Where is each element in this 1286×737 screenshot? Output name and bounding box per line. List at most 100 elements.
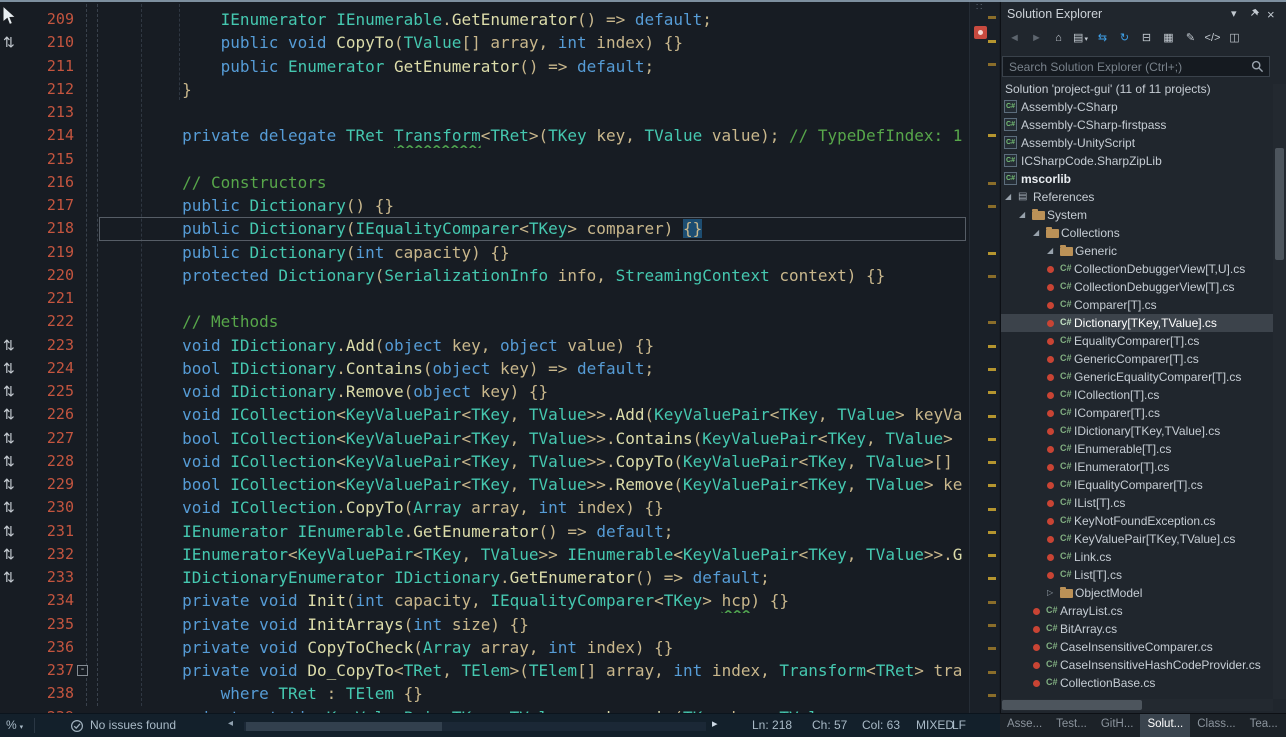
glyph-margin[interactable]: [0, 589, 28, 612]
tree-item[interactable]: C#CaseInsensitiveComparer.cs: [1001, 638, 1273, 656]
fold-margin[interactable]: [74, 473, 105, 496]
close-icon[interactable]: ×: [1267, 7, 1275, 22]
fold-margin[interactable]: [74, 78, 105, 101]
preview-selected-items-button[interactable]: ◫: [1225, 30, 1244, 47]
code-line[interactable]: ⇅230 void ICollection.CopyTo(Array array…: [0, 496, 999, 519]
fold-margin[interactable]: [74, 706, 105, 714]
code-line[interactable]: ⇅233 IDictionaryEnumerator IDictionary.G…: [0, 566, 999, 589]
glyph-margin[interactable]: [0, 55, 28, 78]
tree-item[interactable]: C#Assembly-CSharp-firstpass: [1001, 116, 1273, 134]
line-number[interactable]: 212: [28, 78, 74, 101]
code-line[interactable]: ⇅231 IEnumerator IEnumerable.GetEnumerat…: [0, 520, 999, 543]
fold-margin[interactable]: [74, 55, 105, 78]
tree-item[interactable]: C#ArrayList.cs: [1001, 602, 1273, 620]
line-number[interactable]: 220: [28, 264, 74, 287]
search-icon[interactable]: [1251, 60, 1264, 78]
glyph-margin[interactable]: [0, 124, 28, 147]
glyph-margin[interactable]: [0, 217, 28, 240]
fold-margin[interactable]: [74, 427, 105, 450]
code-line[interactable]: 239 private static KeyValuePair<TKey, TV…: [0, 706, 999, 714]
scrollbar-thumb[interactable]: [1002, 700, 1142, 710]
glyph-margin[interactable]: [0, 706, 28, 714]
glyph-margin[interactable]: ⇅: [0, 31, 28, 54]
navigate-back-button[interactable]: ◄: [1005, 30, 1024, 47]
search-input[interactable]: [1002, 56, 1270, 77]
fold-margin[interactable]: [74, 264, 105, 287]
fold-margin[interactable]: [74, 148, 105, 171]
panel-tab[interactable]: Class...: [1190, 714, 1242, 737]
code-line[interactable]: ⇅210 public void CopyTo(TValue[] array, …: [0, 31, 999, 54]
fold-margin[interactable]: [74, 101, 105, 124]
fold-margin[interactable]: [74, 636, 105, 659]
code-line[interactable]: 237- private void Do_CopyTo<TRet, TElem>…: [0, 659, 999, 682]
scrollbar-split-grip[interactable]: ∷: [976, 2, 982, 13]
properties-button[interactable]: ✎: [1181, 30, 1200, 47]
line-number[interactable]: 228: [28, 450, 74, 473]
glyph-margin[interactable]: ⇅: [0, 473, 28, 496]
line-number[interactable]: 225: [28, 380, 74, 403]
line-number[interactable]: 209: [28, 8, 74, 31]
code-line[interactable]: 214 private delegate TRet Transform<TRet…: [0, 124, 999, 147]
fold-margin[interactable]: [74, 194, 105, 217]
tree-item[interactable]: C#IEnumerator[T].cs: [1001, 458, 1273, 476]
expander-icon[interactable]: ◢: [1005, 192, 1011, 201]
fold-margin[interactable]: [74, 8, 105, 31]
view-code-button[interactable]: </>: [1203, 30, 1222, 47]
code-line[interactable]: 235 private void InitArrays(int size) {}: [0, 613, 999, 636]
code-line[interactable]: ⇅223 void IDictionary.Add(object key, ob…: [0, 334, 999, 357]
tree-item[interactable]: C#CaseInsensitiveHashCodeProvider.cs: [1001, 656, 1273, 674]
fold-margin[interactable]: [74, 287, 105, 310]
line-number[interactable]: 215: [28, 148, 74, 171]
code-line[interactable]: 220 protected Dictionary(SerializationIn…: [0, 264, 999, 287]
glyph-margin[interactable]: ⇅: [0, 450, 28, 473]
fold-margin[interactable]: [74, 520, 105, 543]
line-number[interactable]: 224: [28, 357, 74, 380]
glyph-margin[interactable]: [0, 659, 28, 682]
glyph-margin[interactable]: ⇅: [0, 403, 28, 426]
glyph-margin[interactable]: [0, 148, 28, 171]
implements-indicator-icon[interactable]: ⇅: [0, 496, 15, 519]
glyph-margin[interactable]: ⇅: [0, 496, 28, 519]
panel-horizontal-scrollbar[interactable]: [1001, 699, 1273, 711]
line-number[interactable]: 232: [28, 543, 74, 566]
code-line[interactable]: 212 }: [0, 78, 999, 101]
glyph-margin[interactable]: [0, 636, 28, 659]
tree-item[interactable]: C#CollectionDebuggerView[T].cs: [1001, 278, 1273, 296]
glyph-margin[interactable]: ⇅: [0, 380, 28, 403]
tree-item[interactable]: C#Assembly-CSharp: [1001, 98, 1273, 116]
implements-indicator-icon[interactable]: ⇅: [0, 520, 15, 543]
fold-margin[interactable]: [74, 380, 105, 403]
glyph-margin[interactable]: [0, 241, 28, 264]
show-all-files-button[interactable]: ▦: [1159, 30, 1178, 47]
glyph-margin[interactable]: [0, 264, 28, 287]
glyph-margin[interactable]: [0, 682, 28, 705]
tree-item[interactable]: C#KeyValuePair[TKey,TValue].cs: [1001, 530, 1273, 548]
refresh-button[interactable]: ↻: [1115, 30, 1134, 47]
scrollbar-thumb[interactable]: [246, 722, 442, 731]
line-number[interactable]: 223: [28, 334, 74, 357]
scroll-left-arrow-icon[interactable]: ◂: [228, 718, 233, 729]
switch-views-button[interactable]: ▤▾: [1071, 30, 1090, 47]
implements-indicator-icon[interactable]: ⇅: [0, 543, 15, 566]
code-line[interactable]: 234 private void Init(int capacity, IEqu…: [0, 589, 999, 612]
line-number[interactable]: 238: [28, 682, 74, 705]
line-number[interactable]: 221: [28, 287, 74, 310]
line-number[interactable]: 218: [28, 217, 74, 240]
glyph-margin[interactable]: ⇅: [0, 357, 28, 380]
glyph-margin[interactable]: [0, 101, 28, 124]
editor-horizontal-scrollbar[interactable]: [244, 722, 706, 731]
navigate-forward-button[interactable]: ►: [1027, 30, 1046, 47]
tree-item[interactable]: C#IEqualityComparer[T].cs: [1001, 476, 1273, 494]
file-health-error-icon[interactable]: [974, 26, 987, 39]
tree-item[interactable]: C#Comparer[T].cs: [1001, 296, 1273, 314]
tree-item[interactable]: C#Link.cs: [1001, 548, 1273, 566]
glyph-margin[interactable]: ⇅: [0, 334, 28, 357]
tree-item[interactable]: ◢System: [1001, 206, 1273, 224]
health-status-text[interactable]: No issues found: [90, 718, 176, 732]
fold-margin[interactable]: [74, 357, 105, 380]
fold-margin[interactable]: [74, 589, 105, 612]
code-line[interactable]: 218 public Dictionary(IEqualityComparer<…: [0, 217, 999, 240]
panel-tab[interactable]: Asse...: [1000, 714, 1049, 737]
implements-indicator-icon[interactable]: ⇅: [0, 566, 15, 589]
fold-margin[interactable]: [74, 31, 105, 54]
